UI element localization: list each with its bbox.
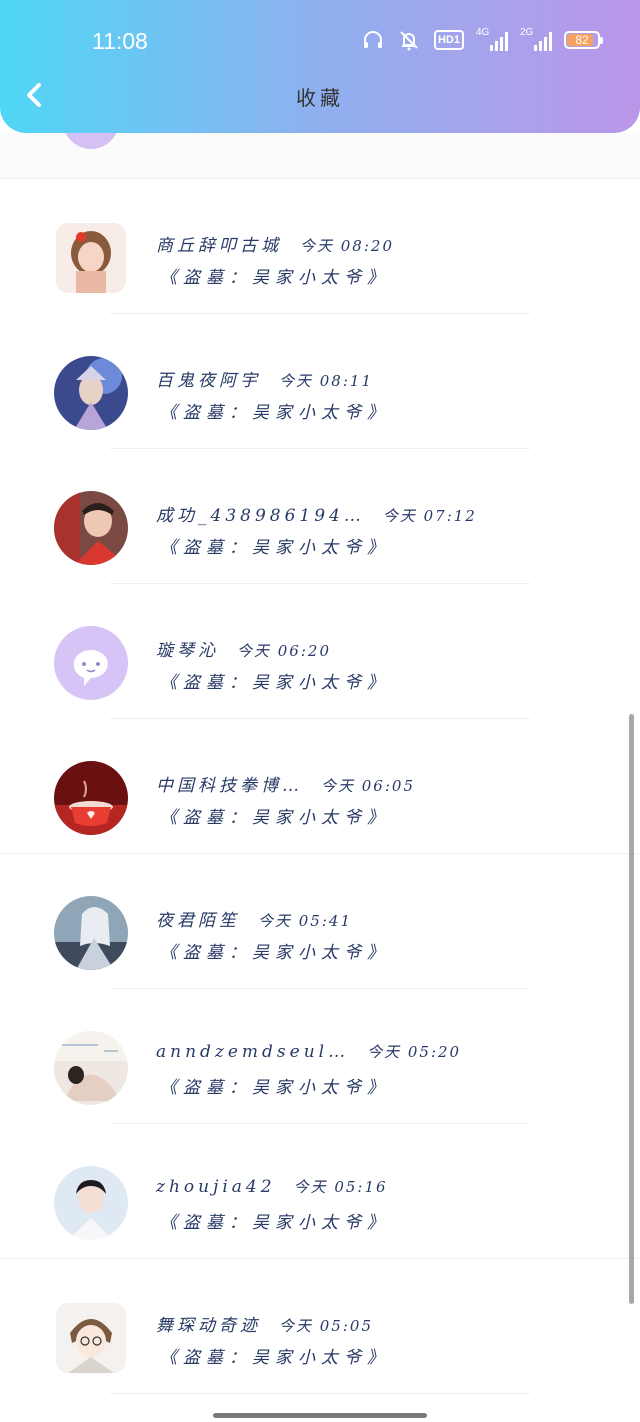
avatar[interactable] <box>54 356 128 430</box>
favorites-list: 商丘辞叩古城 今天 08:20 《盗墓：吴家小太爷》 百鬼夜阿宇 今天 08:11 … <box>0 93 640 1394</box>
item-title: anndzemdseul… 今天 05:20 <box>156 1041 461 1062</box>
list-item[interactable]: 舞琛动奇迹 今天 05:05 《盗墓：吴家小太爷》 <box>0 1259 640 1394</box>
item-book: 《盗墓：吴家小太爷》 <box>160 673 390 693</box>
user-name: 璇琴沁 <box>156 641 219 661</box>
item-time: 今天 06:05 <box>321 777 415 795</box>
list-item[interactable]: anndzemdseul… 今天 05:20 《盗墓：吴家小太爷》 <box>0 989 640 1124</box>
item-book: 《盗墓：吴家小太爷》 <box>160 403 390 423</box>
list-item[interactable]: 璇琴沁 今天 06:20 《盗墓：吴家小太爷》 <box>0 584 640 719</box>
user-name: 舞琛动奇迹 <box>156 1316 261 1336</box>
list-item[interactable]: 成功_438986194… 今天 07:12 《盗墓：吴家小太爷》 <box>0 449 640 584</box>
avatar[interactable] <box>54 896 128 970</box>
list-item[interactable]: zhoujia42 今天 05:16 《盗墓：吴家小太爷》 <box>0 1124 640 1259</box>
avatar[interactable] <box>54 1031 128 1105</box>
item-time: 今天 08:20 <box>300 237 394 255</box>
user-name: anndzemdseul… <box>156 1042 350 1062</box>
battery-level: 82 <box>575 33 589 47</box>
item-time: 今天 05:05 <box>279 1317 373 1335</box>
user-name: 成功_438986194… <box>156 506 365 526</box>
item-title: 中国科技拳博… 今天 06:05 <box>156 771 415 796</box>
item-title: 商丘辞叩古城 今天 08:20 <box>156 231 394 256</box>
item-title: 夜君陌笙 今天 05:41 <box>156 906 352 931</box>
avatar[interactable] <box>54 626 128 700</box>
header-bar: 11:08 HD1 4G 2G 82 收藏 <box>0 0 640 133</box>
item-book: 《盗墓：吴家小太爷》 <box>160 808 390 828</box>
status-icons: HD1 4G 2G 82 <box>362 27 603 52</box>
user-name: 商丘辞叩古城 <box>156 236 282 256</box>
item-time: 今天 05:20 <box>367 1043 462 1061</box>
item-book: 《盗墓：吴家小太爷》 <box>160 1078 390 1098</box>
list-item-partial[interactable] <box>0 93 640 179</box>
divider <box>110 1393 530 1394</box>
avatar[interactable] <box>56 223 126 293</box>
avatar[interactable] <box>56 1303 126 1373</box>
signal-4g-icon: 4G <box>476 27 508 51</box>
page-title: 收藏 <box>296 86 344 110</box>
item-title: 成功_438986194… 今天 07:12 <box>156 501 477 526</box>
item-time: 今天 08:11 <box>279 372 373 390</box>
avatar[interactable] <box>54 491 128 565</box>
scrollbar[interactable] <box>629 714 634 1304</box>
item-time: 今天 06:20 <box>237 642 331 660</box>
item-time: 今天 07:12 <box>382 507 477 525</box>
user-name: 中国科技拳博… <box>156 776 303 796</box>
user-name: 百鬼夜阿宇 <box>156 371 261 391</box>
avatar[interactable] <box>54 1166 128 1240</box>
item-title: 璇琴沁 今天 06:20 <box>156 636 331 661</box>
item-book: 《盗墓：吴家小太爷》 <box>160 538 390 558</box>
list-item[interactable]: 百鬼夜阿宇 今天 08:11 《盗墓：吴家小太爷》 <box>0 314 640 449</box>
item-time: 今天 05:16 <box>293 1178 388 1196</box>
list-item[interactable]: 中国科技拳博… 今天 06:05 《盗墓：吴家小太爷》 <box>0 719 640 854</box>
battery-icon: 82 <box>564 31 603 49</box>
hd-icon: HD1 <box>433 30 464 50</box>
item-book: 《盗墓：吴家小太爷》 <box>160 1213 390 1233</box>
item-title: 舞琛动奇迹 今天 05:05 <box>156 1311 373 1336</box>
headphone-icon <box>362 28 384 52</box>
status-time: 11:08 <box>92 28 148 54</box>
user-name: 夜君陌笙 <box>156 911 240 931</box>
list-item[interactable]: 夜君陌笙 今天 05:41 《盗墓：吴家小太爷》 <box>0 854 640 989</box>
mute-bell-icon <box>396 28 422 52</box>
item-time: 今天 05:41 <box>258 912 352 930</box>
avatar[interactable] <box>54 761 128 835</box>
user-name: zhoujia42 <box>156 1177 276 1197</box>
home-indicator[interactable] <box>213 1413 427 1418</box>
item-book: 《盗墓：吴家小太爷》 <box>160 943 390 963</box>
item-title: zhoujia42 今天 05:16 <box>156 1176 388 1197</box>
item-book: 《盗墓：吴家小太爷》 <box>160 1348 390 1368</box>
item-title: 百鬼夜阿宇 今天 08:11 <box>156 366 373 391</box>
signal-2g-icon: 2G <box>520 27 552 51</box>
item-book: 《盗墓：吴家小太爷》 <box>160 268 390 288</box>
list-item[interactable]: 商丘辞叩古城 今天 08:20 《盗墓：吴家小太爷》 <box>0 179 640 314</box>
